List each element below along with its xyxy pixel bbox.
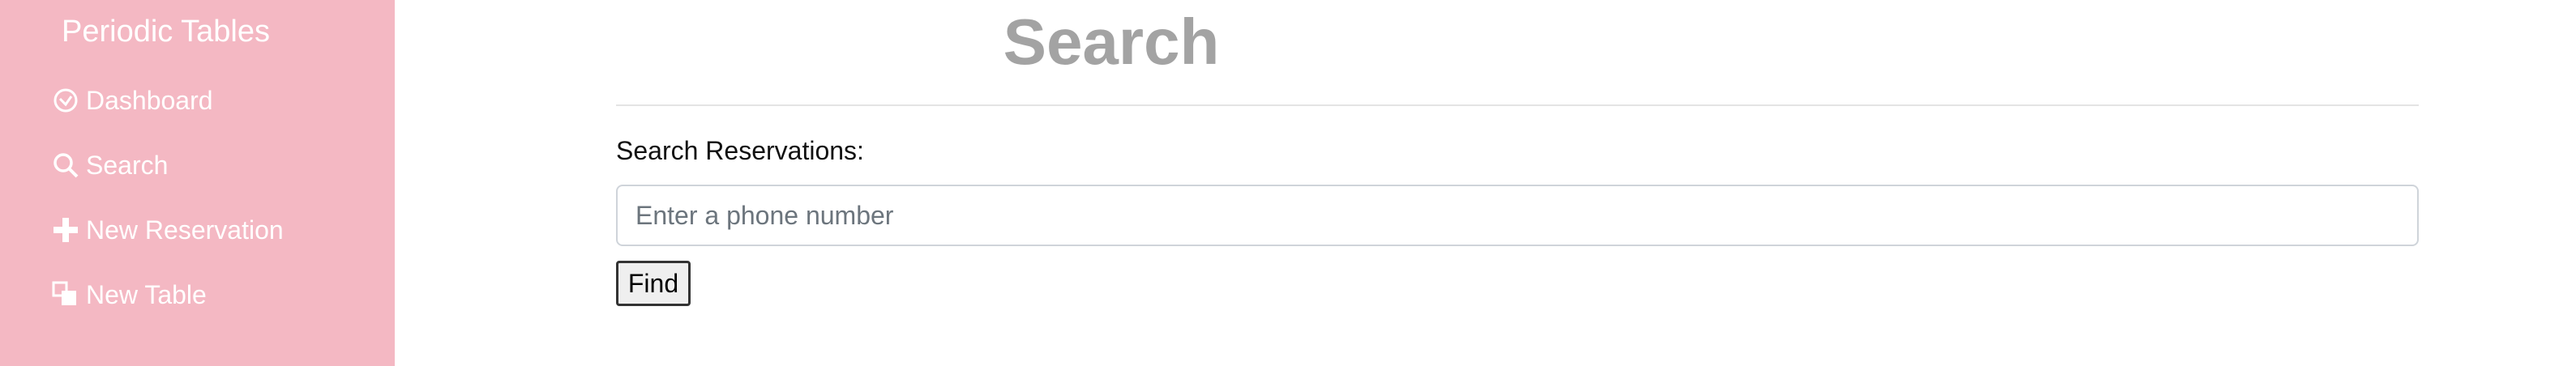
title-divider [616, 104, 2419, 106]
search-label: Search Reservations: [616, 136, 864, 165]
find-button[interactable]: Find [616, 261, 691, 306]
nav-item-new-reservation[interactable]: New Reservation [52, 209, 284, 251]
nav-label-new-table: New Table [86, 279, 207, 309]
brand-title[interactable]: Periodic Tables [62, 15, 270, 49]
search-icon [52, 151, 79, 179]
nav-label-search: Search [86, 150, 169, 180]
sidebar: Periodic Tables Dashboard Search New Res… [0, 0, 395, 366]
nav-label-dashboard: Dashboard [86, 85, 213, 115]
nav-item-new-table[interactable]: New Table [52, 274, 207, 316]
dashboard-icon [52, 87, 79, 114]
page-title: Search [1003, 6, 1220, 78]
phone-search-input[interactable] [616, 185, 2419, 246]
nav-label-new-reservation: New Reservation [86, 215, 284, 245]
nav-item-search[interactable]: Search [52, 144, 168, 186]
plus-icon [52, 216, 79, 244]
layers-icon [52, 281, 79, 309]
nav-item-dashboard[interactable]: Dashboard [52, 79, 213, 121]
